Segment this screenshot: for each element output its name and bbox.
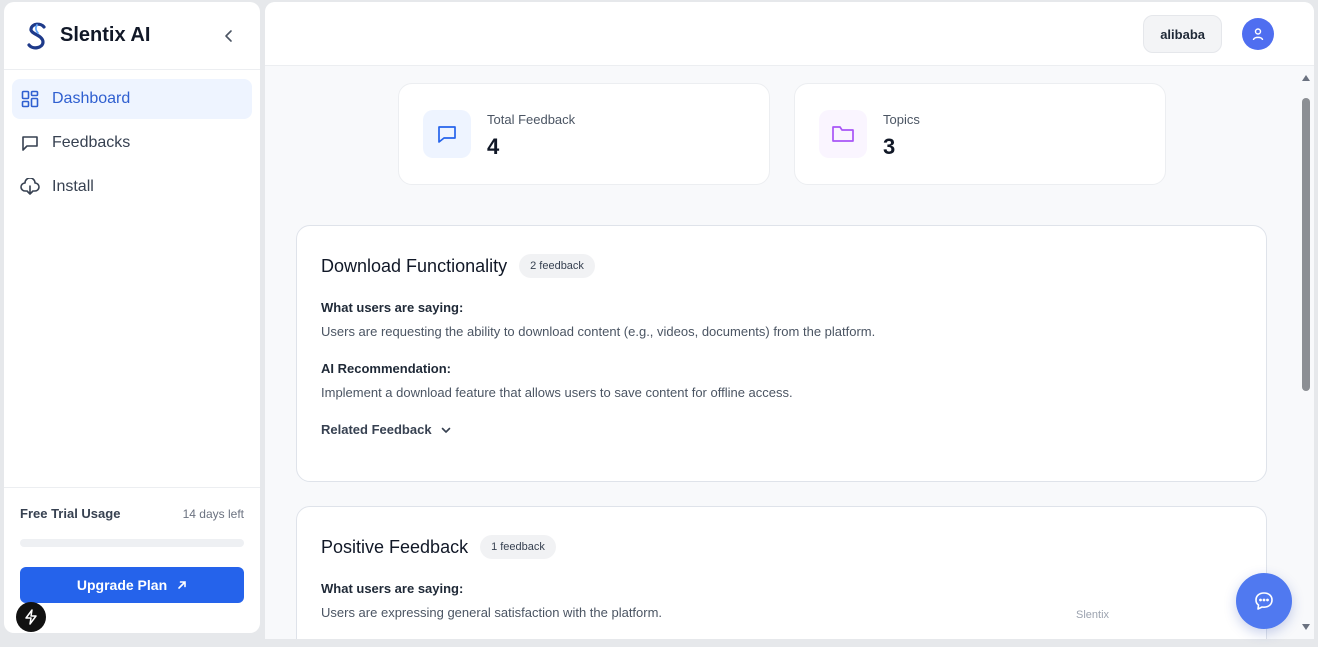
- message-square-icon: [20, 133, 40, 153]
- saying-label: What users are saying:: [321, 581, 464, 596]
- recommendation-text: Implement a download feature that allows…: [321, 385, 793, 400]
- cloud-download-icon: [20, 177, 40, 197]
- watermark: Slentix: [1076, 609, 1110, 621]
- sidebar-item-dashboard[interactable]: Dashboard: [12, 79, 252, 119]
- bolt-button[interactable]: [16, 602, 46, 632]
- sidebar-item-label: Feedbacks: [52, 134, 131, 151]
- chevron-left-icon: [225, 29, 232, 42]
- sidebar-nav: Dashboard Feedbacks Install: [4, 70, 260, 220]
- main-content: alibaba Total Feedback 4 Topics 3 Downlo…: [265, 2, 1314, 639]
- chevron-down-icon: [440, 424, 452, 436]
- stat-label: Total Feedback: [487, 112, 576, 127]
- user-icon: [1252, 28, 1264, 41]
- user-avatar[interactable]: [1242, 18, 1274, 50]
- message-square-icon: [423, 110, 471, 158]
- bolt-icon: [25, 609, 37, 625]
- sidebar-item-label: Dashboard: [52, 90, 131, 107]
- upgrade-label: Upgrade Plan: [76, 577, 168, 593]
- related-feedback-label: Related Feedback: [321, 422, 432, 437]
- stat-card-topics: Topics 3: [794, 83, 1166, 185]
- trial-progress-bar: [20, 539, 244, 547]
- topic-title: Download Functionality: [321, 255, 508, 276]
- org-switcher[interactable]: alibaba: [1143, 15, 1222, 53]
- upgrade-plan-button[interactable]: Upgrade Plan: [20, 567, 244, 603]
- top-bar: alibaba: [265, 2, 1314, 66]
- dashboard-grid-icon: [20, 89, 40, 109]
- trial-title: Free Trial Usage: [20, 506, 121, 521]
- sidebar-item-install[interactable]: Install: [12, 167, 252, 207]
- topic-title: Positive Feedback: [321, 536, 469, 557]
- scroll-up-arrow[interactable]: [1302, 75, 1310, 81]
- trial-days-left: 14 days left: [182, 506, 244, 521]
- feedback-count-badge: 2 feedback: [519, 254, 595, 278]
- arrow-up-right-icon: [177, 580, 187, 590]
- scroll-down-arrow[interactable]: [1302, 624, 1310, 630]
- related-feedback-toggle[interactable]: Related Feedback: [321, 422, 452, 437]
- stat-value: 4: [487, 134, 500, 159]
- scrollbar[interactable]: [1299, 70, 1313, 636]
- stat-value: 3: [883, 134, 896, 159]
- stat-card-total-feedback: Total Feedback 4: [398, 83, 770, 185]
- brand-header: Slentix AI: [4, 2, 260, 70]
- sidebar: Slentix AI Dashboard Feedbacks Install F…: [4, 2, 260, 633]
- topic-card-positive-feedback: Positive Feedback 1 feedback What users …: [296, 506, 1267, 639]
- chat-bubble-icon: [1255, 592, 1273, 610]
- folder-icon: [819, 110, 867, 158]
- scroll-thumb[interactable]: [1302, 98, 1310, 391]
- app-name: Slentix AI: [60, 24, 151, 46]
- feedback-count-badge: 1 feedback: [480, 535, 556, 559]
- collapse-sidebar-button[interactable]: [218, 25, 240, 47]
- recommendation-label: AI Recommendation:: [321, 361, 452, 376]
- chat-button[interactable]: [1236, 573, 1292, 629]
- topic-card-download-functionality: Download Functionality 2 feedback What u…: [296, 225, 1267, 482]
- slentix-logo-icon: [27, 22, 46, 49]
- stat-label: Topics: [883, 112, 920, 127]
- saying-label: What users are saying:: [321, 300, 464, 315]
- saying-text: Users are requesting the ability to down…: [321, 324, 876, 339]
- sidebar-item-feedbacks[interactable]: Feedbacks: [12, 123, 252, 163]
- sidebar-item-label: Install: [52, 178, 94, 195]
